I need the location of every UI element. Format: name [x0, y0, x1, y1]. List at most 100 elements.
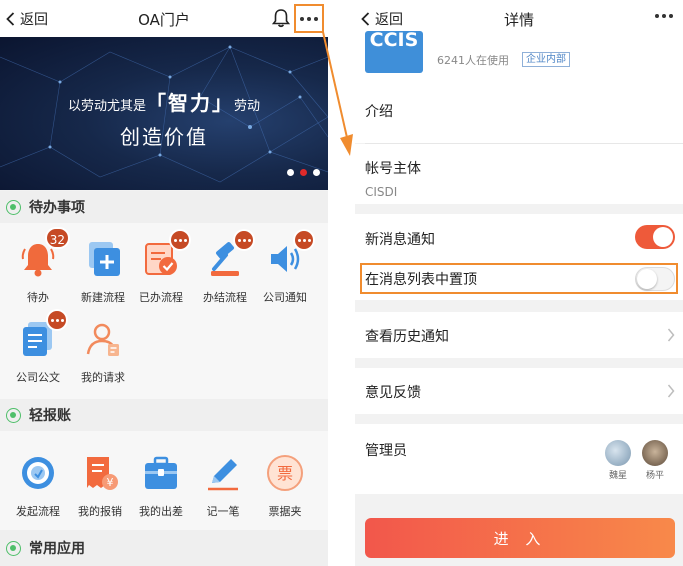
- add-process-icon: [89, 242, 120, 276]
- banner[interactable]: 以劳动尤其是「智力」劳动 创造价值: [0, 37, 328, 190]
- briefcase-icon: [145, 456, 177, 489]
- svg-text:票: 票: [277, 464, 293, 483]
- start-process-icon: [22, 457, 54, 489]
- app-my-request[interactable]: 我的请求: [70, 319, 136, 385]
- chevron-left-icon: [361, 12, 370, 26]
- back-button[interactable]: 返回: [361, 9, 403, 29]
- account-label: 帐号主体: [365, 161, 421, 177]
- banner-slogan-line1: 以劳动尤其是「智力」劳动: [67, 91, 261, 115]
- app-label: 发起流程: [16, 505, 60, 518]
- section-icon: [6, 407, 21, 423]
- back-label: 返回: [20, 12, 48, 28]
- account-value: CISDI: [365, 185, 398, 199]
- enter-button[interactable]: 进 入: [365, 518, 675, 558]
- page-title: 详情: [503, 11, 534, 29]
- feedback-row[interactable]: 意见反馈: [355, 368, 683, 414]
- internal-tag: 企业内部: [522, 52, 570, 67]
- badge-count: 32: [44, 227, 70, 249]
- annotation-arrow: [322, 31, 353, 156]
- avatar: [642, 440, 668, 466]
- admin-person[interactable]: 杨平: [640, 440, 670, 481]
- chevron-right-icon: [667, 328, 675, 342]
- history-notify-row[interactable]: 查看历史通知: [355, 312, 683, 358]
- back-button[interactable]: 返回: [6, 9, 48, 29]
- app-todo[interactable]: 32 待办: [5, 227, 71, 305]
- new-message-notify-row: 新消息通知: [355, 214, 683, 262]
- intro-row: 介绍: [355, 81, 683, 143]
- intro-label: 介绍: [365, 104, 393, 120]
- carousel-dot: [287, 169, 294, 176]
- section-header-common-apps: 常用应用: [0, 530, 328, 566]
- history-label: 查看历史通知: [365, 329, 449, 345]
- app-label: 新建流程: [81, 291, 125, 304]
- app-my-business-trip[interactable]: 我的出差: [128, 453, 194, 519]
- reimburse-grid: 发起流程 ¥ 我的报销 我的出差 记一笔 票 票据夹: [0, 431, 328, 530]
- more-button[interactable]: [294, 4, 324, 33]
- pin-label: 在消息列表中置顶: [365, 272, 477, 288]
- app-ticket-folder[interactable]: 票 票据夹: [252, 453, 318, 519]
- carousel-indicator: [287, 169, 320, 176]
- app-label: 票据夹: [268, 505, 302, 518]
- app-company-notice[interactable]: 公司通知: [252, 229, 318, 305]
- receipt-yen-icon: ¥: [87, 457, 118, 490]
- feedback-label: 意见反馈: [365, 385, 421, 401]
- app-label: 我的出差: [139, 505, 183, 518]
- user-request-icon: [86, 323, 119, 356]
- banner-slogan-line2: 创造价值: [120, 125, 208, 149]
- app-my-reimbursement[interactable]: ¥ 我的报销: [67, 453, 133, 519]
- app-label: 记一笔: [206, 505, 240, 518]
- todo-grid: 32 待办 新建流程 已办流程 办结流程 公司通知 公司公文 我的请求: [0, 223, 328, 399]
- bell-icon[interactable]: [272, 8, 290, 28]
- app-logo: CCIS: [365, 31, 423, 73]
- section-title: 轻报账: [29, 408, 71, 424]
- admin-label: 管理员: [365, 443, 407, 459]
- app-record-entry[interactable]: 记一笔: [190, 453, 256, 519]
- pen-icon: [208, 459, 238, 491]
- app-label: 公司通知: [263, 291, 307, 304]
- pin-toggle[interactable]: [635, 267, 675, 291]
- section-title: 待办事项: [29, 200, 85, 216]
- chevron-right-icon: [667, 384, 675, 398]
- app-label: 我的请求: [81, 371, 125, 384]
- app-label: 待办: [27, 291, 49, 304]
- app-closed-process[interactable]: 办结流程: [192, 229, 258, 305]
- admin-name: 杨平: [645, 471, 664, 481]
- chevron-left-icon: [6, 12, 15, 26]
- app-info-header: CCIS 6241人在使用 企业内部: [355, 31, 683, 81]
- navbar: 返回 OA门户: [0, 0, 328, 37]
- avatar: [605, 440, 631, 466]
- section-header-reimburse: 轻报账: [0, 399, 328, 431]
- oa-portal-screen: 返回 OA门户 以劳动尤其是「智力」劳动 创造价值 待办事项 32 待办 新建流…: [0, 0, 328, 566]
- app-label: 公司公文: [16, 371, 60, 384]
- section-icon: [6, 540, 21, 556]
- carousel-dot: [313, 169, 320, 176]
- section-title: 常用应用: [29, 541, 85, 557]
- pin-to-top-row: 在消息列表中置顶: [355, 262, 683, 300]
- badge-more-icon: [293, 229, 315, 251]
- app-label: 已办流程: [139, 291, 183, 304]
- notify-label: 新消息通知: [365, 232, 435, 248]
- admin-name: 魏星: [608, 471, 627, 481]
- back-label: 返回: [375, 12, 403, 28]
- app-detail-screen: 返回 详情 CCIS 6241人在使用 企业内部 介绍 帐号主体 CISDI 新…: [355, 0, 683, 566]
- app-new-process[interactable]: 新建流程: [70, 239, 136, 305]
- more-dots-icon[interactable]: [655, 14, 673, 18]
- app-done-process[interactable]: 已办流程: [128, 229, 194, 305]
- app-company-document[interactable]: 公司公文: [5, 309, 71, 385]
- badge-more-icon: [46, 309, 68, 331]
- app-start-process[interactable]: 发起流程: [5, 453, 71, 519]
- notify-toggle[interactable]: [635, 225, 675, 249]
- app-label: 办结流程: [203, 291, 247, 304]
- badge-more-icon: [169, 229, 191, 251]
- app-label: 我的报销: [78, 505, 122, 518]
- section-header-todo: 待办事项: [0, 191, 328, 223]
- section-icon: [6, 199, 21, 215]
- svg-text:¥: ¥: [107, 476, 114, 489]
- carousel-dot-active: [300, 169, 307, 176]
- more-dots-icon: [300, 16, 318, 21]
- account-row: 帐号主体 CISDI: [355, 144, 683, 204]
- admin-row: 管理员: [355, 424, 683, 494]
- admin-person[interactable]: 魏星: [603, 440, 633, 481]
- ticket-icon: 票: [267, 455, 303, 491]
- user-count: 6241人在使用: [437, 54, 509, 67]
